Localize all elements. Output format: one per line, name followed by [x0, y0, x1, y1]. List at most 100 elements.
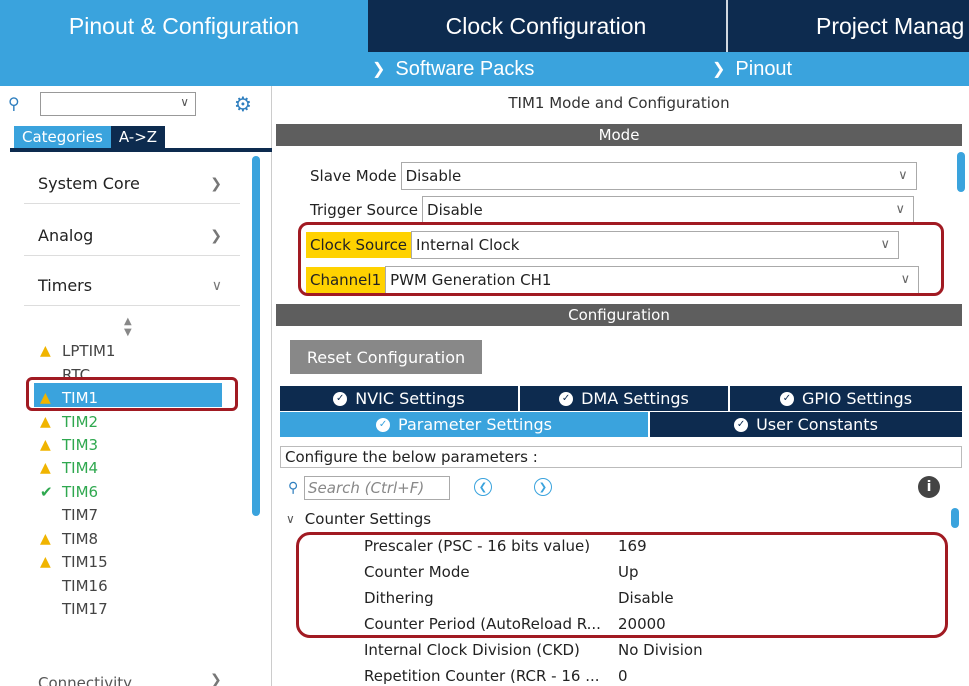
chevron-down-icon: ∨ — [895, 202, 906, 217]
category-search-row: ⚲ ∨ ⚙ — [0, 86, 272, 124]
param-row-clock-division[interactable]: Internal Clock Division (CKD) No Divisio… — [364, 639, 884, 663]
chevron-down-icon: ∨ — [211, 277, 222, 294]
chevron-right-icon: ❯ — [210, 175, 222, 192]
check-circle-icon: ✓ — [779, 391, 794, 406]
trigger-source-row: Trigger Source Disable ∨ — [306, 196, 915, 224]
timer-item[interactable]: ▲ TIM15 — [40, 551, 108, 573]
tab-clock-configuration[interactable]: Clock Configuration — [368, 0, 724, 52]
category-system-core[interactable]: System Core ❯ — [24, 164, 240, 204]
configuration-header: Configuration — [276, 304, 962, 326]
tab-a-to-z[interactable]: A->Z — [110, 126, 166, 148]
timer-item[interactable]: TIM16 — [40, 575, 108, 597]
trigger-source-value: Disable — [427, 201, 483, 219]
tab-label: NVIC Settings — [355, 389, 465, 408]
param-name: Repetition Counter (RCR - 16 ... — [364, 667, 600, 685]
chevron-right-icon: ❯ — [210, 227, 222, 244]
previous-result-icon[interactable]: ❮ — [474, 478, 492, 496]
timer-item[interactable]: ▲ LPTIM1 — [40, 340, 115, 362]
tab-categories[interactable]: Categories — [14, 126, 111, 148]
slave-mode-select[interactable]: Disable ∨ — [400, 162, 917, 190]
category-tabs: Categories A->Z — [14, 126, 166, 148]
timer-label: TIM7 — [62, 506, 99, 524]
warning-icon: ▲ — [40, 437, 51, 453]
chevron-right-icon: ❯ — [210, 672, 222, 686]
warning-icon: ▲ — [40, 554, 51, 570]
info-icon[interactable]: i — [918, 476, 940, 498]
group-label: Counter Settings — [304, 510, 432, 528]
slave-mode-value: Disable — [405, 167, 462, 185]
category-connectivity[interactable]: Connectivity — [38, 674, 132, 686]
chevron-down-icon: ∨ — [898, 168, 908, 183]
timer-label: TIM4 — [62, 459, 99, 477]
slave-mode-row: Slave Mode Disable ∨ — [306, 162, 917, 190]
check-icon: ✔ — [40, 483, 53, 501]
check-circle-icon: ✓ — [559, 391, 574, 406]
timer-item[interactable]: TIM17 — [40, 598, 108, 620]
category-label: Timers — [38, 276, 93, 295]
chevron-down-icon: ❯ — [372, 61, 386, 78]
param-row-repetition-counter[interactable]: Repetition Counter (RCR - 16 ... 0 — [364, 665, 884, 686]
scroll-up-icon[interactable]: ▲ ▼ — [124, 316, 132, 338]
timer-item[interactable]: ▲ TIM2 — [40, 411, 98, 433]
mode-configuration-panel: TIM1 Mode and Configuration Mode Slave M… — [276, 86, 969, 686]
trigger-source-label: Trigger Source — [310, 201, 419, 219]
pinout-menu[interactable]: ❯ Pinout — [712, 52, 792, 86]
check-circle-icon: ✓ — [333, 391, 348, 406]
timer-item[interactable]: ▲ TIM4 — [40, 457, 98, 479]
tab-label: User Constants — [756, 415, 878, 434]
parameters-scrollbar[interactable] — [951, 508, 959, 528]
category-label: System Core — [38, 174, 140, 193]
counter-settings-group[interactable]: ∨ Counter Settings — [286, 510, 431, 528]
search-placeholder: Search (Ctrl+F) — [308, 479, 425, 497]
category-search-input[interactable]: ∨ — [40, 92, 196, 116]
slave-mode-label: Slave Mode — [310, 167, 397, 185]
timer-item[interactable]: TIM7 — [40, 504, 98, 526]
param-value[interactable]: No Division — [618, 641, 703, 659]
trigger-source-select[interactable]: Disable ∨ — [422, 196, 915, 224]
timer-label: TIM6 — [62, 483, 99, 501]
category-timers[interactable]: Timers ∨ — [24, 266, 240, 306]
timer-label: TIM15 — [62, 553, 108, 571]
param-name: Internal Clock Division (CKD) — [364, 641, 580, 659]
tab-gpio-settings[interactable]: ✓ GPIO Settings — [730, 386, 962, 411]
top-tab-bar: Pinout & Configuration Clock Configurati… — [0, 0, 969, 52]
panel-title: TIM1 Mode and Configuration — [508, 94, 730, 112]
gear-icon[interactable]: ⚙ — [234, 92, 252, 116]
timer-item[interactable]: ▲ TIM3 — [40, 434, 98, 456]
sub-menu-bar: ❯ Software Packs ❯ Pinout — [0, 52, 969, 86]
software-packs-label: Software Packs — [395, 57, 535, 80]
timer-item[interactable]: ✔ TIM6 — [40, 481, 98, 503]
param-value[interactable]: 0 — [618, 667, 628, 685]
category-analog[interactable]: Analog ❯ — [24, 216, 240, 256]
check-circle-icon: ✓ — [734, 417, 749, 432]
tab-label: DMA Settings — [581, 389, 689, 408]
left-scrollbar[interactable] — [252, 156, 260, 516]
software-packs-menu[interactable]: ❯ Software Packs — [372, 52, 534, 86]
timer-label: TIM3 — [62, 436, 99, 454]
mode-highlight-annotation — [298, 222, 944, 296]
tab-nvic-settings[interactable]: ✓ NVIC Settings — [280, 386, 518, 411]
timer-item[interactable]: ▲ TIM8 — [40, 528, 98, 550]
warning-icon: ▲ — [40, 531, 51, 547]
chevron-down-icon: ❯ — [712, 61, 726, 78]
parameters-hint: Configure the below parameters : — [280, 446, 962, 468]
tab-project-manager[interactable]: Project Manag — [726, 0, 969, 52]
tab-dma-settings[interactable]: ✓ DMA Settings — [520, 386, 728, 411]
warning-icon: ▲ — [40, 460, 51, 476]
reset-configuration-button[interactable]: Reset Configuration — [290, 340, 482, 374]
timer-label: TIM8 — [62, 530, 99, 548]
warning-icon: ▲ — [40, 414, 51, 430]
next-result-icon[interactable]: ❯ — [534, 478, 552, 496]
chevron-down-icon[interactable]: ∨ — [180, 95, 189, 109]
timer-label: TIM2 — [62, 413, 99, 431]
check-circle-icon: ✓ — [376, 417, 391, 432]
mode-scrollbar[interactable] — [957, 152, 965, 192]
tab-pinout-configuration[interactable]: Pinout & Configuration — [0, 0, 368, 52]
category-label: Analog — [38, 226, 94, 245]
tab-divider — [10, 148, 272, 152]
pinout-menu-label: Pinout — [735, 57, 793, 80]
parameter-search-input[interactable]: Search (Ctrl+F) — [304, 476, 450, 500]
tab-label: Parameter Settings — [398, 415, 552, 434]
tab-parameter-settings[interactable]: ✓ Parameter Settings — [280, 412, 648, 437]
tab-user-constants[interactable]: ✓ User Constants — [650, 412, 962, 437]
